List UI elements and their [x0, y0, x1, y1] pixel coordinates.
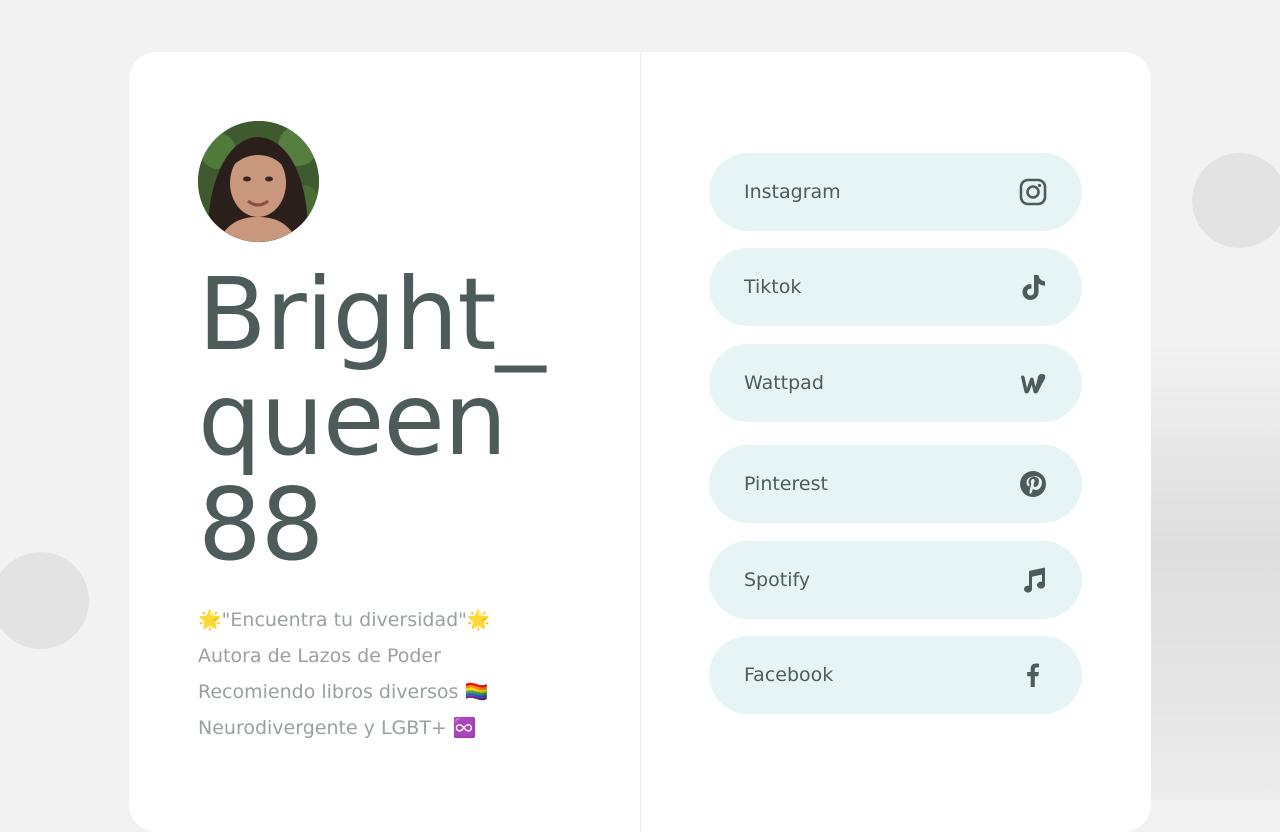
bio-line: 🌟"Encuentra tu diversidad"🌟 — [198, 609, 491, 631]
decorative-circle-left — [0, 552, 89, 649]
profile-card: Bright_ queen 88 🌟"Encuentra tu diversid… — [129, 52, 1151, 832]
bio-line: Neurodivergente y LGBT+ ♾️ — [198, 717, 477, 739]
link-pinterest[interactable]: Pinterest — [709, 445, 1082, 523]
avatar-photo — [198, 121, 319, 242]
card-divider — [640, 52, 641, 832]
link-label: Facebook — [744, 664, 834, 686]
profile-name-line: Bright_ — [198, 256, 546, 373]
link-label: Wattpad — [744, 372, 824, 394]
music-note-icon — [1018, 565, 1048, 595]
link-label: Spotify — [744, 569, 811, 591]
bio-line: Autora de Lazos de Poder — [198, 645, 441, 667]
link-spotify[interactable]: Spotify — [709, 541, 1082, 619]
bio-line: Recomiendo libros diversos 🏳️‍🌈 — [198, 681, 489, 703]
pinterest-icon — [1018, 469, 1048, 499]
profile-name-line: queen — [198, 361, 507, 478]
link-instagram[interactable]: Instagram — [709, 153, 1082, 231]
wattpad-icon — [1018, 368, 1048, 398]
link-wattpad[interactable]: Wattpad — [709, 344, 1082, 422]
instagram-icon — [1018, 177, 1048, 207]
profile-bio: 🌟"Encuentra tu diversidad"🌟 Autora de La… — [198, 602, 598, 746]
link-label: Tiktok — [744, 276, 802, 298]
avatar — [198, 121, 319, 242]
link-facebook[interactable]: Facebook — [709, 636, 1082, 714]
profile-name: Bright_ queen 88 — [198, 262, 618, 577]
tiktok-icon — [1018, 272, 1048, 302]
profile-name-line: 88 — [198, 466, 324, 583]
facebook-icon — [1018, 660, 1048, 690]
link-label: Pinterest — [744, 473, 828, 495]
link-label: Instagram — [744, 181, 841, 203]
decorative-circle-right — [1192, 153, 1280, 248]
link-tiktok[interactable]: Tiktok — [709, 248, 1082, 326]
